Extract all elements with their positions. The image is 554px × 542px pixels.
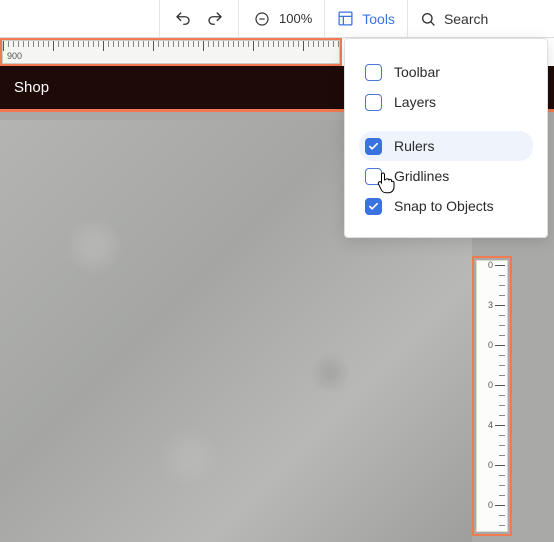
- search-icon: [420, 11, 436, 27]
- ruler-v-label: 0: [488, 260, 493, 270]
- menu-item-layers[interactable]: Layers: [359, 87, 533, 117]
- menu-item-toolbar[interactable]: Toolbar: [359, 57, 533, 87]
- shop-label: Shop: [14, 79, 49, 96]
- menu-item-label: Snap to Objects: [394, 198, 494, 214]
- ruler-v-label: 4: [488, 420, 493, 430]
- search-button[interactable]: Search: [408, 0, 500, 37]
- zoom-group: 100%: [239, 0, 325, 37]
- search-label: Search: [444, 11, 488, 27]
- tools-button[interactable]: Tools: [325, 0, 408, 37]
- zoom-out-button[interactable]: [251, 8, 273, 30]
- ruler-v-label: 0: [488, 380, 493, 390]
- undo-button[interactable]: [172, 8, 194, 30]
- checkbox[interactable]: [365, 64, 382, 81]
- ruler-v-label: 0: [488, 340, 493, 350]
- minus-circle-icon: [254, 11, 270, 27]
- history-group: [160, 0, 239, 37]
- horizontal-ruler[interactable]: 900: [2, 40, 340, 64]
- menu-item-gridlines[interactable]: Gridlines: [359, 161, 533, 191]
- menu-item-label: Gridlines: [394, 168, 449, 184]
- redo-icon: [206, 10, 224, 28]
- top-toolbar: 100% Tools Search: [0, 0, 554, 38]
- checkbox[interactable]: [365, 168, 382, 185]
- menu-item-rulers[interactable]: Rulers: [359, 131, 533, 161]
- ruler-v-label: 0: [488, 460, 493, 470]
- ruler-h-label: 900: [7, 51, 22, 61]
- checkbox[interactable]: [365, 198, 382, 215]
- menu-item-snap-to-objects[interactable]: Snap to Objects: [359, 191, 533, 221]
- tools-label: Tools: [362, 11, 395, 27]
- layout-icon: [337, 10, 354, 27]
- menu-item-label: Layers: [394, 94, 436, 110]
- ruler-v-label: 0: [488, 500, 493, 510]
- ruler-v-label: 3: [488, 300, 493, 310]
- tools-dropdown: Toolbar Layers Rulers Gridlines Snap to Obje…: [344, 38, 548, 238]
- menu-item-label: Rulers: [394, 138, 434, 154]
- undo-icon: [174, 10, 192, 28]
- checkbox[interactable]: [365, 94, 382, 111]
- zoom-level[interactable]: 100%: [279, 11, 312, 26]
- redo-button[interactable]: [204, 8, 226, 30]
- vertical-ruler[interactable]: 0 3 0 0 4 0 0: [476, 260, 508, 532]
- menu-item-label: Toolbar: [394, 64, 440, 80]
- toolbar-left-spacer: [0, 0, 160, 37]
- checkbox[interactable]: [365, 138, 382, 155]
